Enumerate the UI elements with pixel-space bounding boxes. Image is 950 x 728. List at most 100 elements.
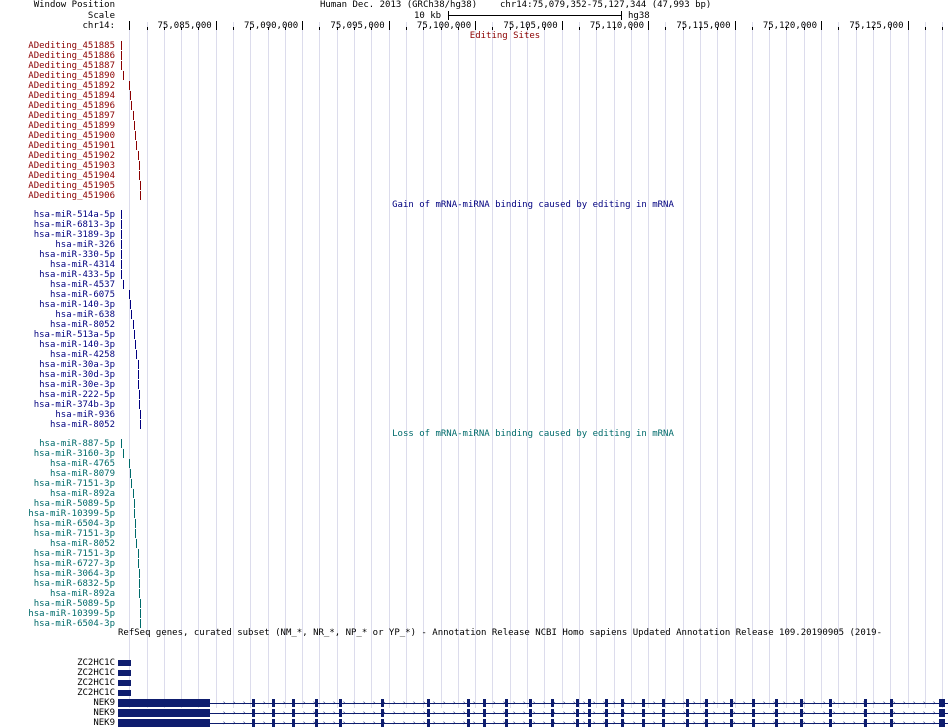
feature-mark[interactable] xyxy=(137,559,139,568)
track-item-label[interactable]: hsa-miR-8052 xyxy=(50,320,115,330)
track-item-label[interactable]: hsa-miR-6813-3p xyxy=(34,220,115,230)
feature-mark[interactable] xyxy=(138,161,140,170)
feature-mark[interactable] xyxy=(120,230,122,239)
gene-exon[interactable] xyxy=(686,719,689,727)
gene-label[interactable]: NEK9 xyxy=(93,718,115,728)
track-item-label[interactable]: hsa-miR-6504-3p xyxy=(34,619,115,629)
track-item-label[interactable]: hsa-miR-4258 xyxy=(50,350,115,360)
track-item-label[interactable]: ADediting_451892 xyxy=(28,81,115,91)
gene-exon[interactable] xyxy=(939,709,945,717)
gene-exon[interactable] xyxy=(207,719,210,727)
feature-mark[interactable] xyxy=(120,439,122,448)
gene-exon[interactable] xyxy=(588,699,591,707)
gene-exon[interactable] xyxy=(588,709,591,717)
gene-exon[interactable] xyxy=(118,680,131,686)
feature-mark[interactable] xyxy=(133,330,135,339)
track-item-label[interactable]: hsa-miR-936 xyxy=(55,410,115,420)
feature-mark[interactable] xyxy=(137,370,139,379)
feature-mark[interactable] xyxy=(138,579,140,588)
feature-mark[interactable] xyxy=(130,91,132,100)
feature-mark[interactable] xyxy=(130,469,132,478)
feature-mark[interactable] xyxy=(132,489,134,498)
track-item-label[interactable]: hsa-miR-6504-3p xyxy=(34,519,115,529)
track-item-label[interactable]: hsa-miR-638 xyxy=(55,310,115,320)
gene-exon[interactable] xyxy=(118,690,131,696)
feature-mark[interactable] xyxy=(121,61,123,70)
track-item-label[interactable]: hsa-miR-374b-3p xyxy=(34,400,115,410)
feature-mark[interactable] xyxy=(123,280,124,289)
feature-mark[interactable] xyxy=(133,121,135,130)
track-item-label[interactable]: ADediting_451894 xyxy=(28,91,115,101)
gene-exon[interactable] xyxy=(576,699,579,707)
track-item-label[interactable]: ADediting_451903 xyxy=(28,161,115,171)
track-item-label[interactable]: ADediting_451899 xyxy=(28,121,115,131)
track-item-label[interactable]: hsa-miR-6727-3p xyxy=(34,559,115,569)
track-item-label[interactable]: hsa-miR-892a xyxy=(50,589,115,599)
gene-label[interactable]: NEK9 xyxy=(93,708,115,718)
track-item-label[interactable]: ADediting_451906 xyxy=(28,191,115,201)
feature-mark[interactable] xyxy=(139,599,141,608)
track-item-label[interactable]: hsa-miR-433-5p xyxy=(39,270,115,280)
feature-mark[interactable] xyxy=(139,609,141,618)
track-item-label[interactable]: ADediting_451890 xyxy=(28,71,115,81)
track-item-label[interactable]: ADediting_451885 xyxy=(28,41,115,51)
feature-mark[interactable] xyxy=(139,410,141,419)
feature-mark[interactable] xyxy=(139,589,141,598)
track-item-label[interactable]: ADediting_451905 xyxy=(28,181,115,191)
feature-mark[interactable] xyxy=(120,220,122,229)
track-item-label[interactable]: hsa-miR-8052 xyxy=(50,539,115,549)
gene-exon[interactable] xyxy=(427,719,430,727)
feature-mark[interactable] xyxy=(139,400,141,409)
feature-mark[interactable] xyxy=(139,171,141,180)
track-item-label[interactable]: ADediting_451896 xyxy=(28,101,115,111)
genome-browser-image[interactable]: Window Position Scale chr14: Human Dec. … xyxy=(0,0,950,728)
track-item-label[interactable]: ADediting_451904 xyxy=(28,171,115,181)
feature-mark[interactable] xyxy=(121,270,123,279)
track-item-label[interactable]: hsa-miR-10399-5p xyxy=(28,609,115,619)
gene-label[interactable]: ZC2HC1C xyxy=(77,658,115,668)
feature-mark[interactable] xyxy=(120,41,122,50)
feature-mark[interactable] xyxy=(130,300,132,309)
feature-mark[interactable] xyxy=(121,250,122,259)
track-item-label[interactable]: hsa-miR-30a-3p xyxy=(39,360,115,370)
feature-mark[interactable] xyxy=(120,51,122,60)
track-item-label[interactable]: hsa-miR-892a xyxy=(50,489,115,499)
feature-mark[interactable] xyxy=(129,290,131,299)
track-item-label[interactable]: hsa-miR-140-3p xyxy=(39,300,115,310)
feature-mark[interactable] xyxy=(134,340,136,349)
feature-mark[interactable] xyxy=(131,479,133,488)
feature-mark[interactable] xyxy=(132,320,134,329)
track-item-label[interactable]: hsa-miR-5089-5p xyxy=(34,599,115,609)
feature-mark[interactable] xyxy=(138,569,140,578)
gene-exon[interactable] xyxy=(118,670,131,676)
track-item-label[interactable]: hsa-miR-514a-5p xyxy=(34,210,115,220)
gene-exon[interactable] xyxy=(588,719,591,727)
gene-exon[interactable] xyxy=(207,699,210,707)
gene-exon[interactable] xyxy=(118,709,209,717)
feature-mark[interactable] xyxy=(136,539,138,548)
track-item-label[interactable]: hsa-miR-513a-5p xyxy=(34,330,115,340)
gene-label[interactable]: ZC2HC1C xyxy=(77,678,115,688)
track-item-label[interactable]: ADediting_451900 xyxy=(28,131,115,141)
gene-exon[interactable] xyxy=(467,709,470,717)
gene-exon[interactable] xyxy=(939,699,945,707)
gene-exon[interactable] xyxy=(939,719,945,727)
feature-mark[interactable] xyxy=(140,191,142,200)
gene-exon[interactable] xyxy=(576,709,579,717)
track-item-label[interactable]: hsa-miR-140-3p xyxy=(39,340,115,350)
track-item-label[interactable]: hsa-miR-3064-3p xyxy=(34,569,115,579)
gene-exon[interactable] xyxy=(118,660,131,666)
track-item-label[interactable]: hsa-miR-222-5p xyxy=(39,390,115,400)
feature-mark[interactable] xyxy=(133,509,135,518)
gene-exon[interactable] xyxy=(686,699,689,707)
feature-mark[interactable] xyxy=(137,360,139,369)
track-item-label[interactable]: hsa-miR-8052 xyxy=(50,420,115,430)
track-item-label[interactable]: hsa-miR-4765 xyxy=(50,459,115,469)
feature-mark[interactable] xyxy=(138,390,140,399)
track-item-label[interactable]: hsa-miR-30e-3p xyxy=(39,380,115,390)
gene-exon[interactable] xyxy=(427,709,430,717)
feature-mark[interactable] xyxy=(123,71,124,80)
feature-mark[interactable] xyxy=(123,449,124,458)
feature-mark[interactable] xyxy=(136,141,138,150)
feature-mark[interactable] xyxy=(132,111,134,120)
